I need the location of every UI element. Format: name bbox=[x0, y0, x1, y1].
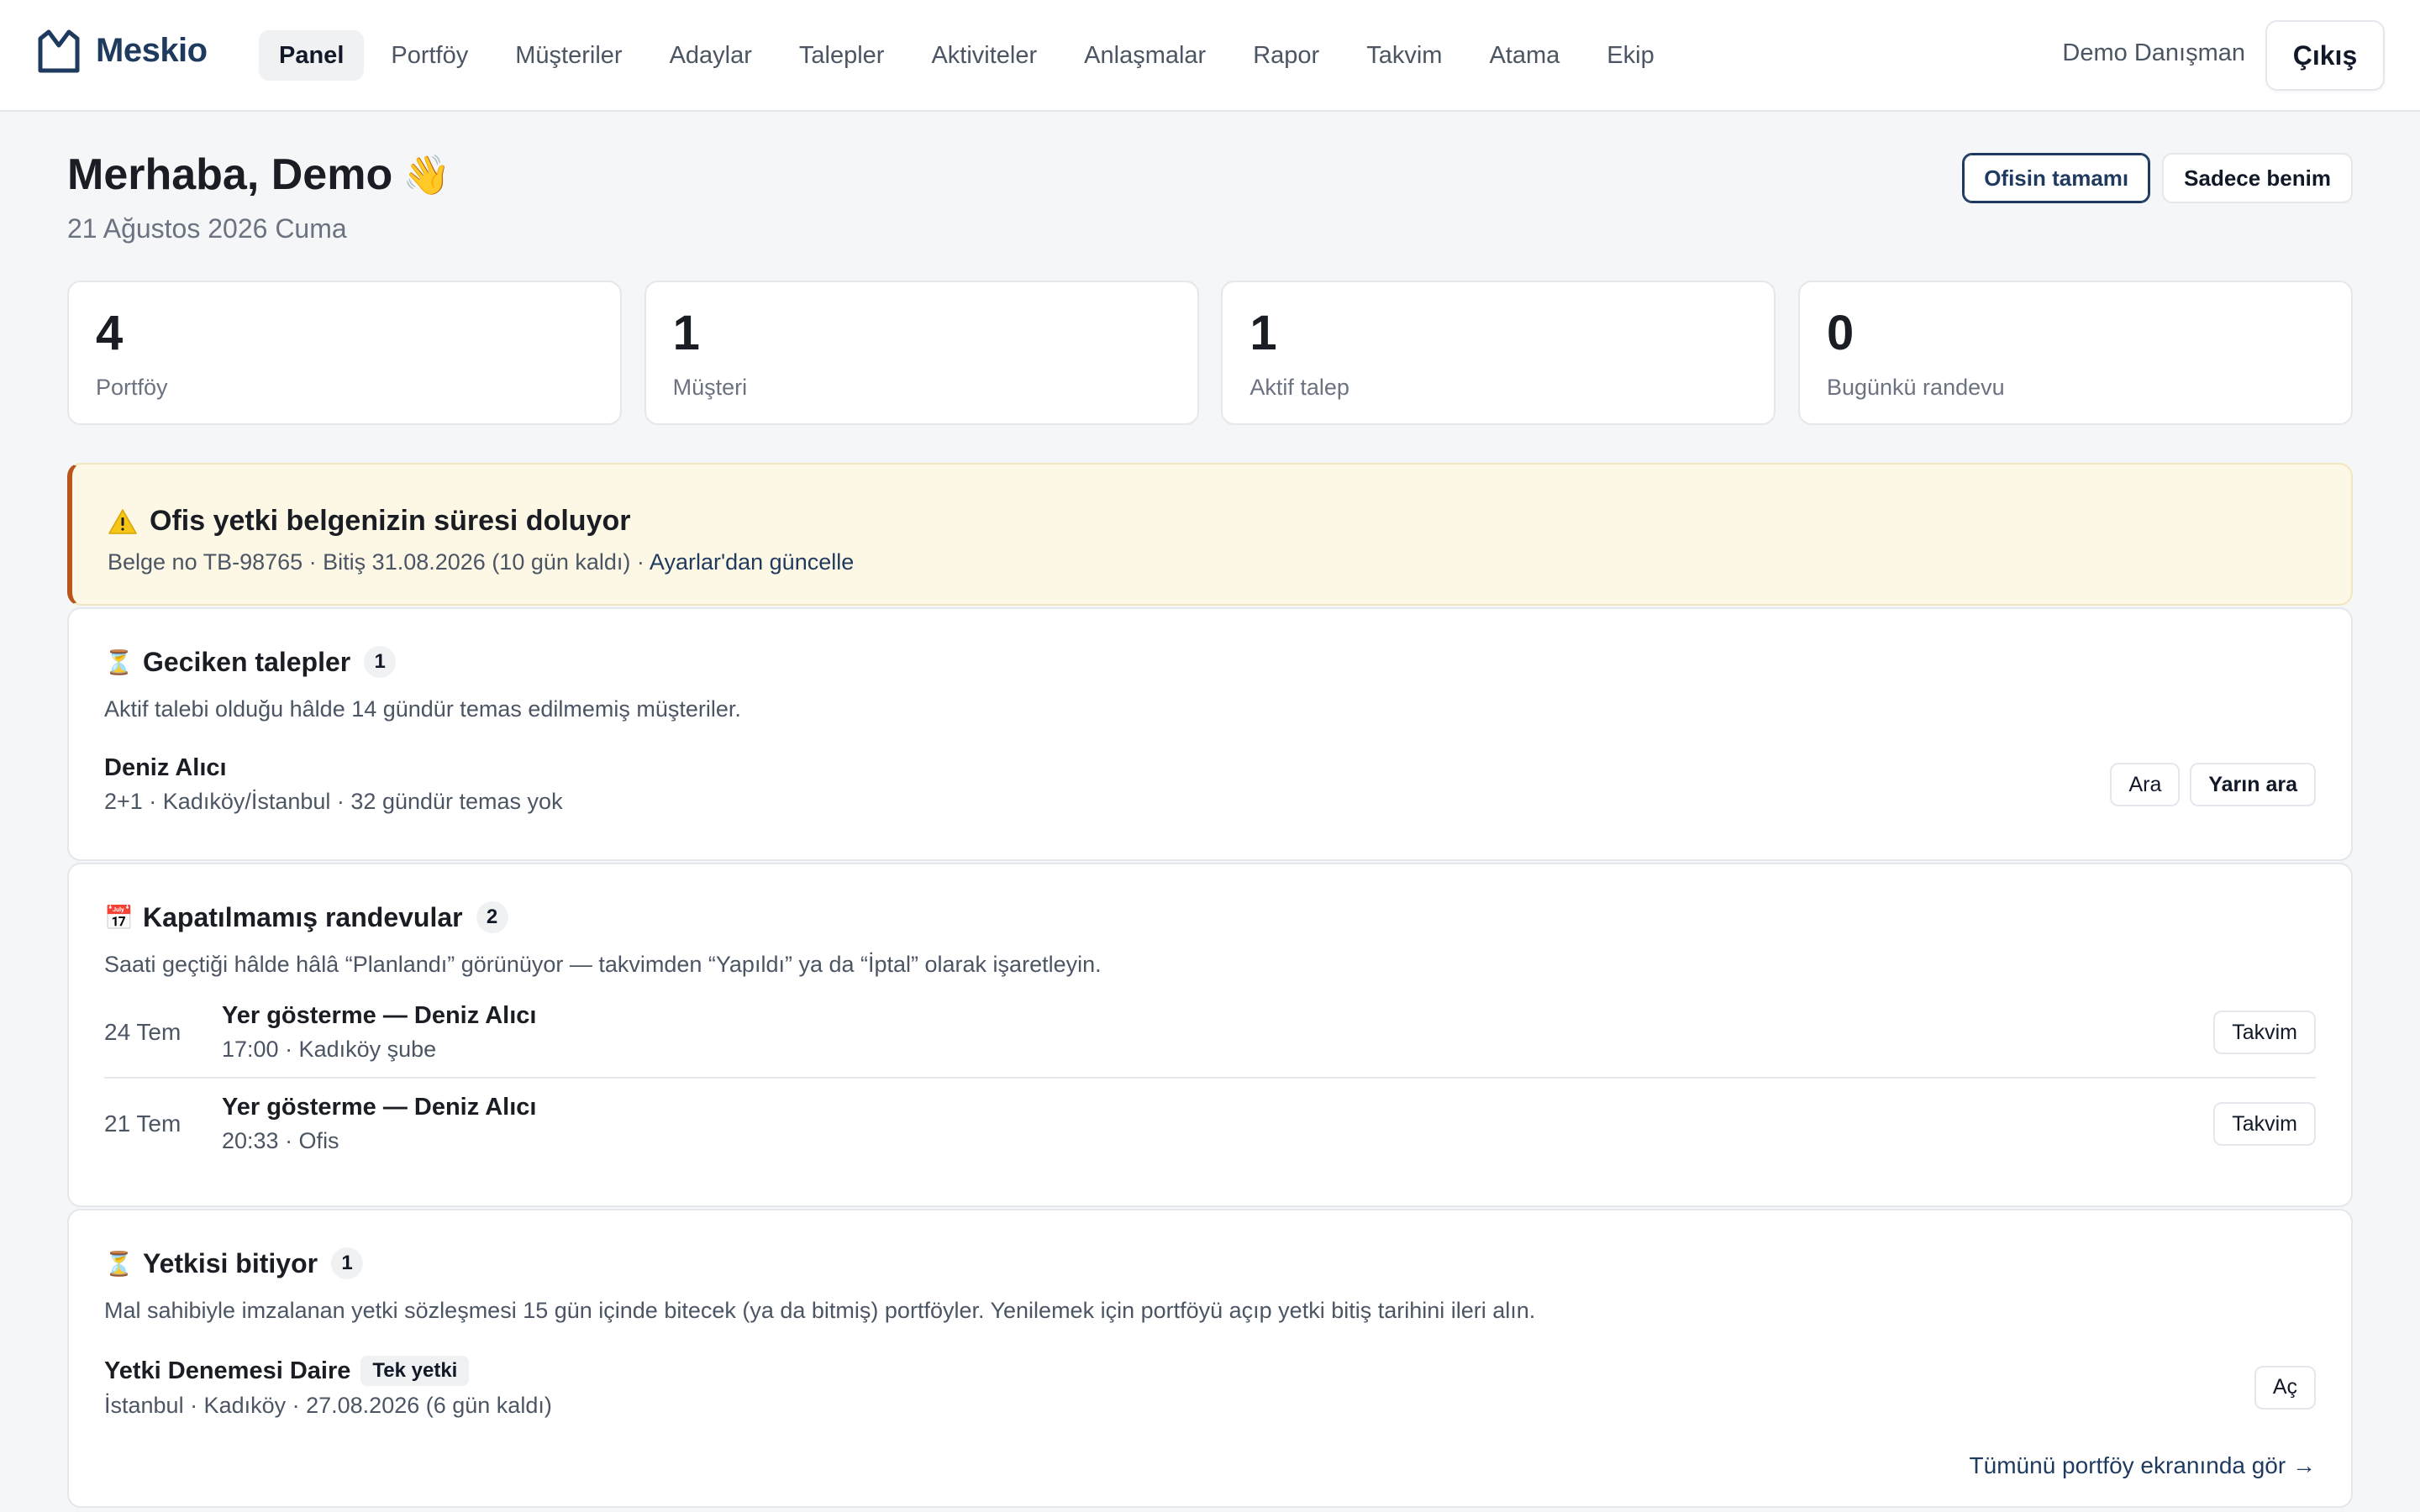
stat-card-aktif-talep[interactable]: 1 Aktif talep bbox=[1221, 281, 1776, 425]
scope-office-button[interactable]: Ofisin tamamı bbox=[1962, 153, 2151, 203]
app-logo[interactable]: Meskio bbox=[35, 27, 208, 74]
unclosed-appointments-section: 📅 Kapatılmamış randevular 2 Saati geçtiğ… bbox=[67, 863, 2353, 1207]
hourglass-icon: ⏳ bbox=[104, 648, 134, 675]
stat-label: Portföy bbox=[96, 375, 168, 400]
nav-item-portfoy[interactable]: Portföy bbox=[371, 30, 488, 81]
count-badge: 1 bbox=[364, 646, 397, 678]
alert-details: Belge no TB-98765 · Bitiş 31.08.2026 (10… bbox=[108, 549, 650, 575]
stat-label: Bugünkü randevu bbox=[1826, 375, 2005, 400]
call-tomorrow-button[interactable]: Yarın ara bbox=[2190, 763, 2316, 806]
section-description: Saati geçtiği hâlde hâlâ “Planlandı” gör… bbox=[104, 952, 1102, 977]
row-main: 24 Tem Yer gösterme — Deniz Alıcı 17:00 … bbox=[104, 1002, 536, 1063]
section-title: Yetkisi bitiyor bbox=[143, 1247, 318, 1278]
top-navigation-bar: Meskio Panel Portföy Müşteriler Adaylar … bbox=[0, 0, 2420, 112]
count-badge: 2 bbox=[476, 901, 508, 933]
portfolio-detail: İstanbul · Kadıköy · 27.08.2026 (6 gün k… bbox=[104, 1393, 552, 1418]
portfolio-title[interactable]: Yetki Denemesi Daire bbox=[104, 1357, 350, 1385]
section-description: Aktif talebi olduğu hâlde 14 gündür tema… bbox=[104, 696, 741, 722]
section-header: ⏳ Yetkisi bitiyor 1 bbox=[104, 1247, 2316, 1279]
nav-item-rapor[interactable]: Rapor bbox=[1233, 30, 1339, 81]
count-badge: 1 bbox=[331, 1247, 364, 1279]
open-button[interactable]: Aç bbox=[2254, 1365, 2316, 1410]
current-date: 21 Ağustos 2026 Cuma bbox=[67, 213, 347, 244]
section-header: ⏳ Geciken talepler 1 bbox=[104, 646, 2316, 678]
appointment-row: 24 Tem Yer gösterme — Deniz Alıcı 17:00 … bbox=[104, 988, 2316, 1079]
current-user-name: Demo Danışman bbox=[2062, 39, 2245, 66]
house-logo-icon bbox=[38, 29, 80, 73]
calendar-button[interactable]: Takvim bbox=[2213, 1011, 2316, 1054]
stat-value: 1 bbox=[1249, 306, 1277, 360]
appointment-info: Yer gösterme — Deniz Alıcı 17:00 · Kadık… bbox=[222, 1002, 536, 1063]
alert-title: Ofis yetki belgenizin süresi doluyor bbox=[108, 505, 2316, 538]
appointment-detail: 20:33 · Ofis bbox=[222, 1128, 339, 1153]
overdue-requests-section: ⏳ Geciken talepler 1 Aktif talebi olduğu… bbox=[67, 607, 2353, 861]
section-description: Mal sahibiyle imzalanan yetki sözleşmesi… bbox=[104, 1298, 1536, 1323]
scope-mine-button[interactable]: Sadece benim bbox=[2162, 153, 2353, 203]
authority-type-tag: Tek yetki bbox=[360, 1356, 470, 1386]
stat-label: Müşteri bbox=[672, 375, 748, 400]
warning-icon bbox=[108, 508, 137, 534]
nav-item-anlasmalar[interactable]: Anlaşmalar bbox=[1064, 30, 1226, 81]
appointment-title: Yer gösterme — Deniz Alıcı bbox=[222, 1094, 537, 1121]
customer-detail: 2+1 · Kadıköy/İstanbul · 32 gündür temas… bbox=[104, 789, 563, 814]
section-title: Geciken talepler bbox=[143, 646, 351, 677]
stat-value: 0 bbox=[1826, 306, 1854, 360]
nav-item-atama[interactable]: Atama bbox=[1469, 30, 1580, 81]
appointment-info: Yer gösterme — Deniz Alıcı 20:33 · Ofis bbox=[222, 1094, 536, 1154]
row-main: Deniz Alıcı 2+1 · Kadıköy/İstanbul · 32 … bbox=[104, 754, 563, 815]
nav-item-adaylar[interactable]: Adaylar bbox=[650, 30, 772, 81]
stat-label: Aktif talep bbox=[1249, 375, 1349, 400]
nav-item-musteriler[interactable]: Müşteriler bbox=[495, 30, 642, 81]
license-expiry-alert: Ofis yetki belgenizin süresi doluyor Bel… bbox=[67, 463, 2353, 606]
appointment-date: 24 Tem bbox=[104, 1019, 182, 1045]
appointment-title: Yer gösterme — Deniz Alıcı bbox=[222, 1002, 537, 1029]
authority-expiring-section: ⏳ Yetkisi bitiyor 1 Mal sahibiyle imzala… bbox=[67, 1209, 2353, 1508]
stat-value: 4 bbox=[96, 306, 124, 360]
main-nav: Panel Portföy Müşteriler Adaylar Taleple… bbox=[259, 30, 1681, 81]
alert-body: Belge no TB-98765 · Bitiş 31.08.2026 (10… bbox=[108, 549, 2316, 575]
call-button[interactable]: Ara bbox=[2110, 763, 2181, 806]
logout-button[interactable]: Çıkış bbox=[2265, 20, 2385, 91]
row-main: Yetki Denemesi Daire Tek yetki İstanbul … bbox=[104, 1356, 552, 1419]
nav-item-panel[interactable]: Panel bbox=[259, 30, 365, 81]
hourglass-icon: ⏳ bbox=[104, 1250, 134, 1277]
stat-card-portfoy[interactable]: 4 Portföy bbox=[67, 281, 622, 425]
stat-card-musteri[interactable]: 1 Müşteri bbox=[644, 281, 1199, 425]
nav-item-talepler[interactable]: Talepler bbox=[779, 30, 905, 81]
calendar-icon: 📅 bbox=[104, 904, 134, 931]
settings-update-link[interactable]: Ayarlar'dan güncelle bbox=[650, 549, 854, 575]
nav-item-aktiviteler[interactable]: Aktiviteler bbox=[911, 30, 1057, 81]
calendar-button[interactable]: Takvim bbox=[2213, 1102, 2316, 1146]
list-item: Yetki Denemesi Daire Tek yetki İstanbul … bbox=[104, 1356, 2316, 1419]
appointment-list: 24 Tem Yer gösterme — Deniz Alıcı 17:00 … bbox=[104, 988, 2316, 1169]
customer-name[interactable]: Deniz Alıcı bbox=[104, 754, 563, 782]
row-actions: Ara Yarın ara bbox=[2100, 763, 2316, 806]
greeting-text: Merhaba, Demo bbox=[67, 150, 393, 199]
appointment-date: 21 Tem bbox=[104, 1110, 182, 1137]
app-name: Meskio bbox=[96, 31, 208, 69]
row-main: 21 Tem Yer gösterme — Deniz Alıcı 20:33 … bbox=[104, 1094, 536, 1154]
appointment-detail: 17:00 · Kadıköy şube bbox=[222, 1037, 437, 1062]
stat-value: 1 bbox=[672, 306, 700, 360]
see-all-link[interactable]: Tümünü portföy ekranında gör → bbox=[104, 1452, 2316, 1479]
scope-toggle: Ofisin tamamı Sadece benim bbox=[1950, 153, 2353, 203]
greeting: Merhaba, Demo 👋 21 Ağustos 2026 Cuma bbox=[67, 150, 451, 244]
portfolio-title-line: Yetki Denemesi Daire Tek yetki bbox=[104, 1356, 552, 1386]
stat-cards: 4 Portföy 1 Müşteri 1 Aktif talep 0 Bugü… bbox=[67, 281, 2353, 425]
nav-item-ekip[interactable]: Ekip bbox=[1586, 30, 1674, 81]
appointment-row: 21 Tem Yer gösterme — Deniz Alıcı 20:33 … bbox=[104, 1079, 2316, 1169]
list-item: Deniz Alıcı 2+1 · Kadıköy/İstanbul · 32 … bbox=[104, 754, 2316, 815]
alert-title-text: Ofis yetki belgenizin süresi doluyor bbox=[150, 505, 631, 537]
page-title: Merhaba, Demo 👋 bbox=[67, 150, 451, 200]
nav-item-takvim[interactable]: Takvim bbox=[1346, 30, 1462, 81]
stat-card-bugunku-randevu[interactable]: 0 Bugünkü randevu bbox=[1797, 281, 2353, 425]
waving-hand-icon: 👋 bbox=[402, 152, 451, 197]
section-header: 📅 Kapatılmamış randevular 2 bbox=[104, 901, 2316, 933]
section-title: Kapatılmamış randevular bbox=[143, 901, 463, 932]
